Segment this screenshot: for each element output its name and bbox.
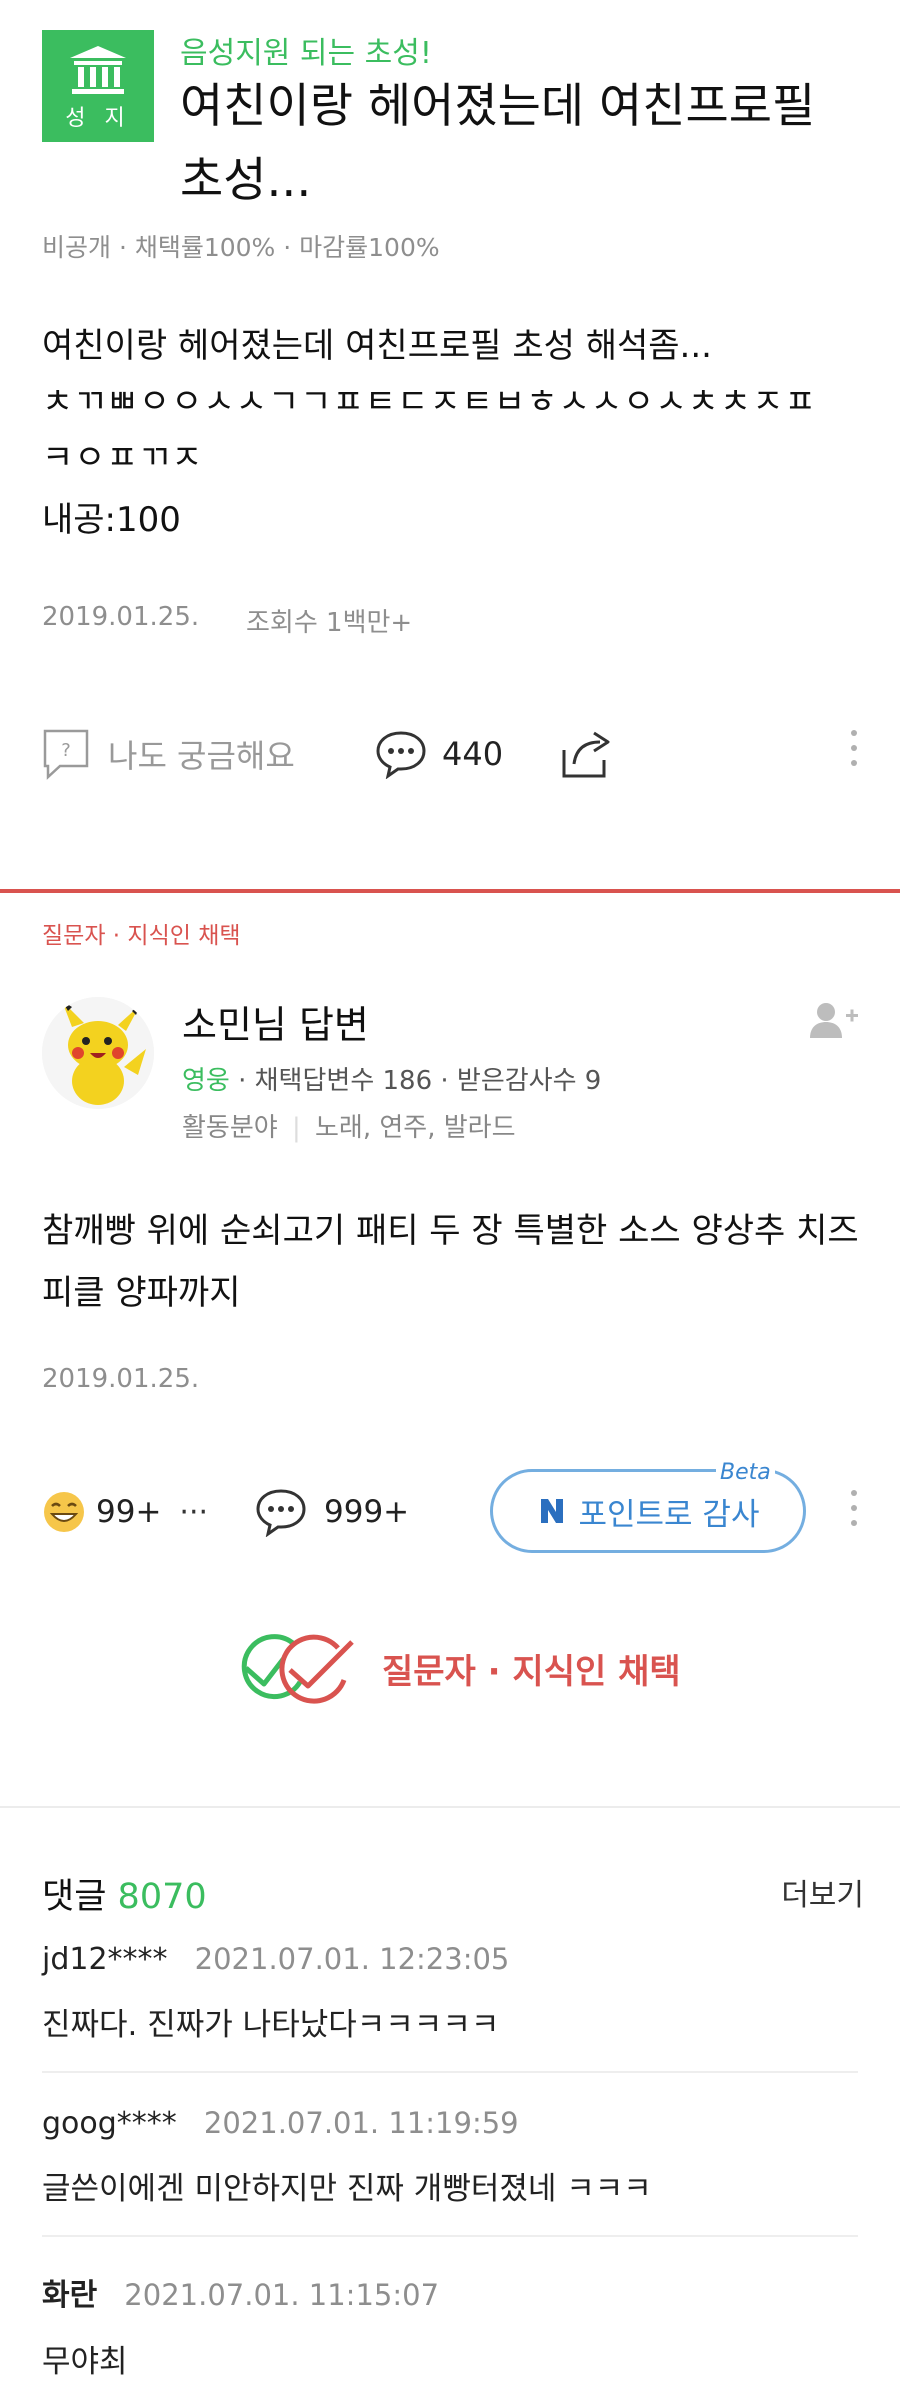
question-title: 여친이랑 헤어졌는데 여친프로필 초성... bbox=[180, 79, 816, 208]
question-more-menu[interactable] bbox=[851, 730, 857, 766]
question-body-line: ㅋㅇㅍㄲㅈ bbox=[42, 438, 204, 478]
curious-button[interactable]: ? 나도 궁금해요 bbox=[42, 720, 295, 788]
answer-divider bbox=[0, 889, 900, 893]
question-body-line: 내공:100 bbox=[42, 500, 181, 540]
emoji-count: 99+ bbox=[96, 1494, 162, 1530]
naver-n-icon bbox=[540, 1499, 563, 1523]
comment-time: 2021.07.01. 12:23:05 bbox=[194, 1942, 510, 1976]
svg-text:?: ? bbox=[61, 740, 71, 761]
comment-author[interactable]: jd12**** bbox=[42, 1942, 168, 1977]
comments-label: 댓글 bbox=[42, 1877, 107, 1917]
double-check-icon bbox=[241, 1634, 354, 1704]
comment-bubble-icon bbox=[376, 731, 426, 779]
comment-text: 무야최 bbox=[42, 2344, 128, 2380]
thanks-label: 포인트로 감사 bbox=[578, 1496, 760, 1533]
comments-more-link[interactable]: 더보기 bbox=[781, 1870, 864, 1914]
comments-divider bbox=[0, 1806, 900, 1808]
more-reactions[interactable]: ··· bbox=[179, 1495, 208, 1530]
badge-label: 성 지 bbox=[65, 106, 131, 131]
comment-item: goog**** 2021.07.01. 11:19:59 글쓴이에겐 미안하지… bbox=[42, 2106, 858, 2208]
selection-stamp: 질문자 · 지식인 채택 bbox=[228, 1628, 681, 1708]
question-body-line: ㅊㄲㅃㅇㅇㅅㅅㄱㄱㅍㅌㄷㅈㅌㅂㅎㅅㅅㅇㅅㅊㅊㅈㅍ bbox=[42, 382, 817, 422]
pikachu-avatar-icon bbox=[42, 997, 154, 1109]
question-tag: 음성지원 되는 초성! bbox=[180, 36, 432, 71]
answerer-activity: 활동분야 | 노래, 연주, 발라드 bbox=[182, 1113, 516, 1143]
share-icon bbox=[562, 731, 610, 778]
answer-comment-count: 999+ bbox=[324, 1494, 410, 1530]
comment-divider bbox=[42, 2235, 858, 2237]
question-views: 조회수 1백만+ bbox=[246, 608, 413, 638]
comments-header: 댓글 8070 bbox=[42, 1868, 207, 1919]
comment-bubble-icon bbox=[256, 1489, 306, 1537]
comment-text: 진짜다. 진짜가 나타났다ㅋㅋㅋㅋㅋ bbox=[42, 2007, 500, 2043]
add-person-icon bbox=[810, 1003, 858, 1038]
comment-time: 2021.07.01. 11:15:07 bbox=[124, 2278, 440, 2312]
curious-label: 나도 궁금해요 bbox=[108, 737, 295, 775]
comment-item: jd12**** 2021.07.01. 12:23:05 진짜다. 진짜가 나… bbox=[42, 1942, 858, 2044]
comment-author[interactable]: 화란 bbox=[42, 2278, 97, 2313]
answer-comment-button[interactable]: 999+ bbox=[254, 1478, 409, 1546]
question-date: 2019.01.25. bbox=[42, 602, 200, 632]
answerer-name[interactable]: 소민님 답변 bbox=[182, 994, 369, 1049]
answerer-stats-text: · 채택답변수 186 · 받은감사수 9 bbox=[238, 1066, 602, 1096]
activity-value: 노래, 연주, 발라드 bbox=[314, 1113, 516, 1143]
answer-date: 2019.01.25. bbox=[42, 1364, 200, 1394]
question-meta: 비공개 · 채택률100% · 마감률100% bbox=[42, 233, 440, 262]
follow-button[interactable] bbox=[808, 1000, 860, 1044]
sacred-badge: 성 지 bbox=[42, 30, 154, 142]
answer-body: 참깨빵 위에 순쇠고기 패티 두 장 특별한 소스 양상추 치즈 피클 양파까지 bbox=[42, 1211, 859, 1313]
question-comment-count: 440 bbox=[442, 735, 504, 773]
comments-count: 8070 bbox=[117, 1877, 207, 1917]
comment-item: 화란 2021.07.01. 11:15:07 무야최 bbox=[42, 2270, 858, 2381]
question-comment-button[interactable]: 440 bbox=[374, 720, 503, 788]
question-body-line: 여친이랑 헤어졌는데 여친프로필 초성 해석좀... bbox=[42, 326, 712, 366]
share-button[interactable] bbox=[558, 720, 614, 788]
answerer-stats: 영웅 · 채택답변수 186 · 받은감사수 9 bbox=[182, 1060, 601, 1097]
comment-time: 2021.07.01. 11:19:59 bbox=[203, 2106, 519, 2140]
kebab-icon bbox=[851, 1490, 857, 1526]
activity-label: 활동분야 bbox=[182, 1113, 278, 1143]
comment-divider bbox=[42, 2071, 858, 2073]
answerer-grade: 영웅 bbox=[182, 1066, 230, 1096]
comment-text: 글쓴이에겐 미안하지만 진짜 개빵터졌네 ㅋㅋㅋ bbox=[42, 2171, 652, 2207]
selected-label: 질문자 · 지식인 채택 bbox=[42, 923, 241, 949]
kebab-icon bbox=[851, 730, 857, 766]
grinning-face-icon bbox=[44, 1492, 84, 1532]
beta-tag: Beta bbox=[716, 1460, 775, 1485]
question-body: 여친이랑 헤어졌는데 여친프로필 초성 해석좀... ㅊㄲㅃㅇㅇㅅㅅㄱㄱㅍㅌㄷㅈ… bbox=[42, 318, 872, 548]
answer-more-menu[interactable] bbox=[851, 1490, 857, 1526]
building-icon bbox=[70, 46, 126, 94]
avatar[interactable] bbox=[42, 997, 154, 1109]
question-mark-icon: ? bbox=[43, 729, 89, 780]
emoji-reaction-button[interactable]: 99+ ··· bbox=[42, 1478, 208, 1546]
selection-stamp-label: 질문자 · 지식인 채택 bbox=[382, 1651, 681, 1692]
comment-author[interactable]: goog**** bbox=[42, 2106, 177, 2141]
